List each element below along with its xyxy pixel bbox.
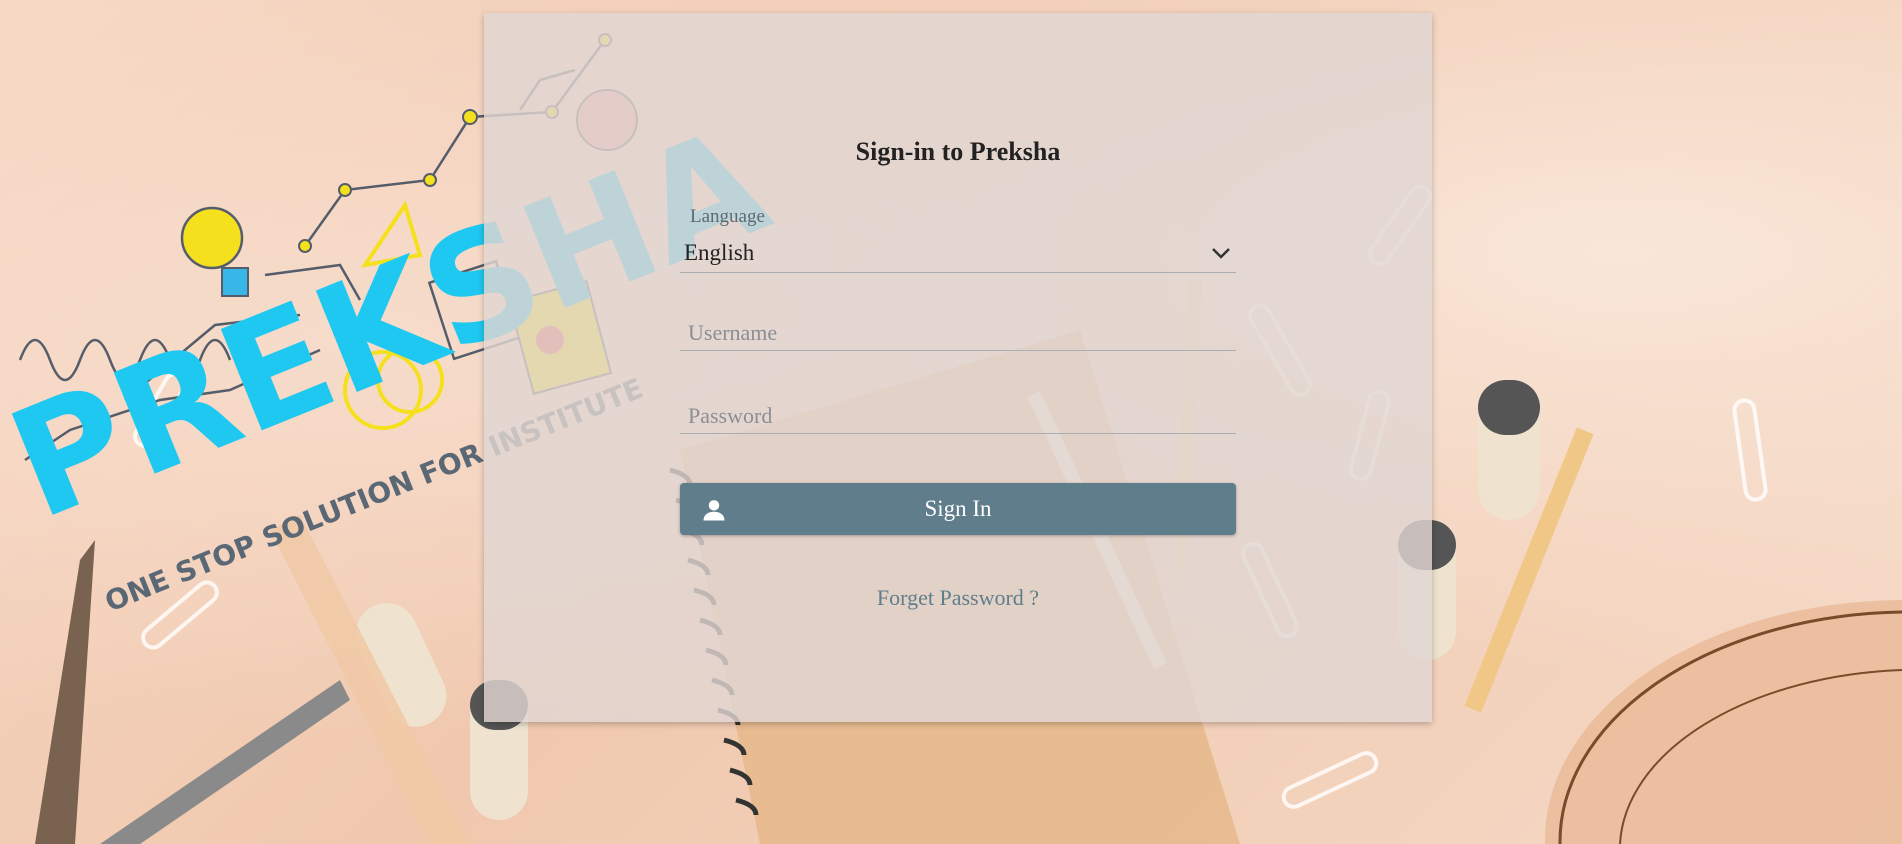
language-select[interactable]: English bbox=[680, 236, 1236, 273]
chevron-down-icon bbox=[1212, 248, 1230, 259]
forgot-password-link[interactable]: Forget Password ? bbox=[484, 585, 1432, 611]
login-card: Sign-in to Preksha Language English Sign… bbox=[484, 13, 1432, 722]
lightbulb-icon bbox=[180, 206, 249, 297]
language-field: Language English bbox=[680, 206, 1236, 276]
password-field bbox=[680, 398, 1236, 438]
language-selected-value: English bbox=[684, 240, 755, 265]
language-label: Language bbox=[690, 206, 765, 227]
protractor-illustration bbox=[1544, 600, 1902, 844]
username-input[interactable] bbox=[680, 315, 1236, 351]
sign-in-button[interactable]: Sign In bbox=[680, 483, 1236, 535]
sign-in-label: Sign In bbox=[924, 496, 992, 521]
page-title: Sign-in to Preksha bbox=[855, 137, 1061, 166]
password-input[interactable] bbox=[680, 398, 1236, 434]
username-field bbox=[680, 315, 1236, 355]
